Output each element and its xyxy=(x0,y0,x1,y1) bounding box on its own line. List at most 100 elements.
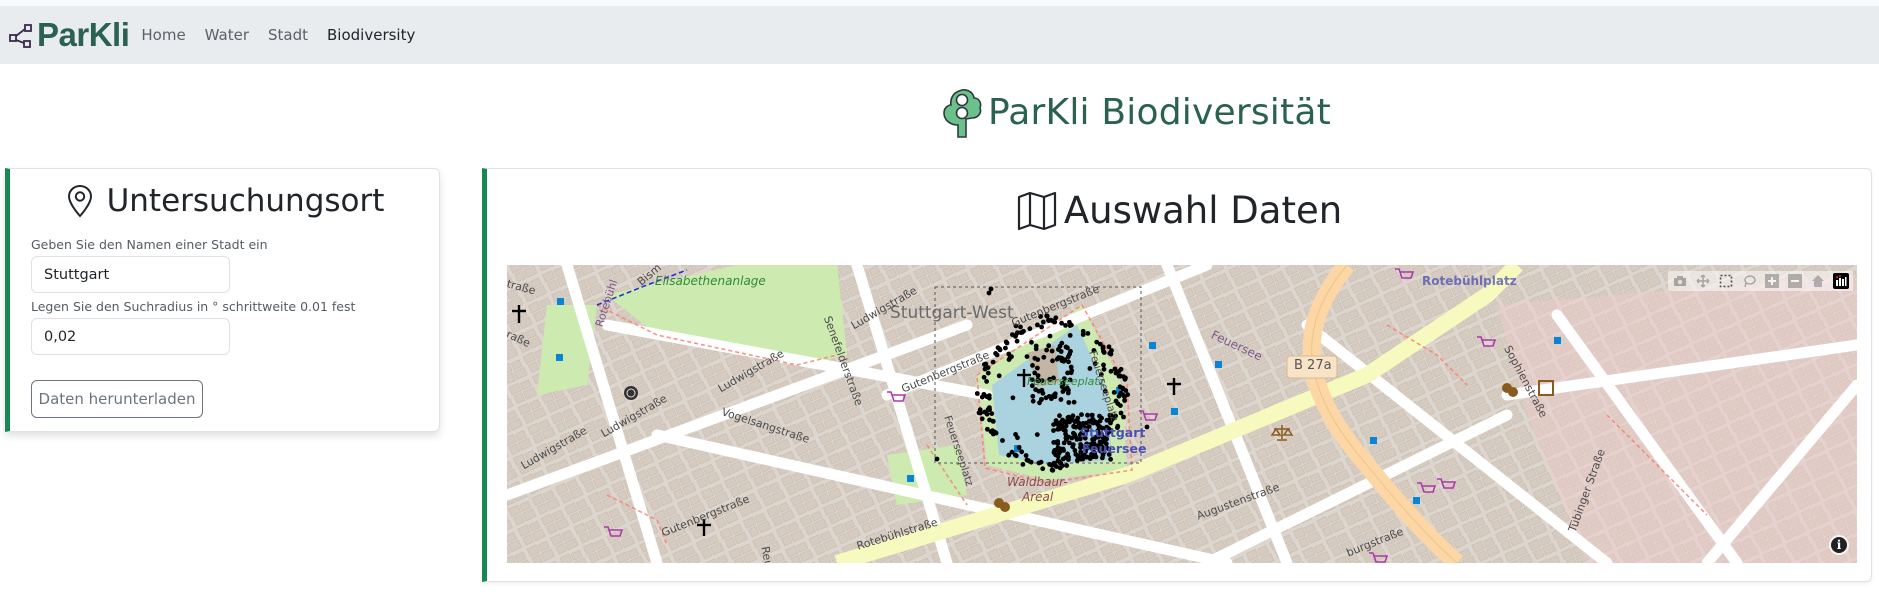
observation-point[interactable] xyxy=(1063,323,1068,328)
observation-point[interactable] xyxy=(1016,445,1022,450)
observation-point[interactable] xyxy=(1018,324,1023,330)
observation-point[interactable] xyxy=(1106,452,1112,457)
observation-point[interactable] xyxy=(1065,354,1071,360)
observation-point[interactable] xyxy=(1053,315,1059,321)
nav-link-biodiversity[interactable]: Biodiversity xyxy=(327,26,415,44)
observation-point[interactable] xyxy=(1046,343,1052,349)
nav-link-stadt[interactable]: Stadt xyxy=(268,26,308,44)
observation-point[interactable] xyxy=(1009,354,1014,360)
plotly-logo-icon[interactable] xyxy=(1833,273,1849,289)
observation-point[interactable] xyxy=(1049,348,1055,354)
observation-point[interactable] xyxy=(1030,363,1035,368)
observation-point[interactable] xyxy=(1044,347,1049,353)
observation-point[interactable] xyxy=(1067,377,1073,383)
observation-point[interactable] xyxy=(1087,366,1093,371)
observation-point[interactable] xyxy=(1066,414,1072,420)
observation-point[interactable] xyxy=(1000,438,1005,443)
observation-point[interactable] xyxy=(1106,446,1112,452)
observation-point[interactable] xyxy=(1051,428,1056,433)
observation-point[interactable] xyxy=(1057,413,1062,419)
observation-point[interactable] xyxy=(1013,333,1019,338)
observation-point[interactable] xyxy=(1075,415,1081,421)
observation-point[interactable] xyxy=(1067,333,1073,338)
observation-point[interactable] xyxy=(1035,322,1040,328)
observation-point[interactable] xyxy=(1118,410,1124,416)
brand-logo[interactable]: ParKli xyxy=(8,6,130,64)
observation-point[interactable] xyxy=(1090,445,1096,450)
observation-point[interactable] xyxy=(1035,365,1040,371)
observation-point[interactable] xyxy=(1024,354,1030,359)
observation-point[interactable] xyxy=(1113,398,1119,404)
observation-point[interactable] xyxy=(1065,451,1070,457)
observation-point[interactable] xyxy=(1068,348,1073,354)
pan-icon[interactable] xyxy=(1695,273,1711,289)
observation-point[interactable] xyxy=(1079,412,1084,417)
observation-point[interactable] xyxy=(1060,389,1066,394)
observation-point[interactable] xyxy=(1032,370,1038,376)
observation-point[interactable] xyxy=(1077,454,1082,460)
observation-point[interactable] xyxy=(1098,372,1104,377)
zoom-in-icon[interactable] xyxy=(1764,273,1780,289)
observation-point[interactable] xyxy=(1040,390,1046,396)
observation-point[interactable] xyxy=(1003,345,1008,351)
observation-point[interactable] xyxy=(1013,323,1019,329)
observation-point[interactable] xyxy=(1039,397,1044,402)
observation-point[interactable] xyxy=(1100,452,1106,458)
observation-point[interactable] xyxy=(1006,452,1012,458)
observation-point[interactable] xyxy=(985,370,991,376)
observation-point[interactable] xyxy=(1060,382,1066,388)
observation-point[interactable] xyxy=(1104,428,1110,434)
observation-point[interactable] xyxy=(993,351,998,356)
observation-point[interactable] xyxy=(1054,464,1059,469)
observation-point[interactable] xyxy=(1064,385,1070,391)
observation-point[interactable] xyxy=(1036,460,1042,466)
observation-point[interactable] xyxy=(1111,390,1117,395)
observation-point[interactable] xyxy=(1044,313,1050,319)
observation-point[interactable] xyxy=(990,419,996,424)
observation-point[interactable] xyxy=(1055,454,1061,459)
observation-point[interactable] xyxy=(1085,412,1090,418)
observation-point[interactable] xyxy=(1109,348,1114,353)
observation-point[interactable] xyxy=(1050,358,1055,364)
map-tiles[interactable] xyxy=(507,265,1857,563)
observation-point[interactable] xyxy=(1078,431,1084,436)
map-plot[interactable]: Stuttgart-West Elisabethenanlage Feuerse… xyxy=(507,265,1857,563)
observation-point[interactable] xyxy=(1120,392,1126,397)
observation-point[interactable] xyxy=(1085,331,1091,336)
observation-point[interactable] xyxy=(984,379,989,384)
observation-point[interactable] xyxy=(1071,424,1077,430)
observation-point[interactable] xyxy=(1047,376,1053,382)
observation-point[interactable] xyxy=(1125,392,1131,398)
observation-point[interactable] xyxy=(1122,376,1128,382)
observation-point[interactable] xyxy=(1115,423,1121,429)
observation-point[interactable] xyxy=(1066,457,1071,462)
observation-point[interactable] xyxy=(1091,417,1096,423)
observation-point[interactable] xyxy=(990,359,996,365)
observation-point[interactable] xyxy=(979,416,985,422)
observation-point[interactable] xyxy=(1082,434,1088,440)
city-input[interactable] xyxy=(31,256,230,293)
observation-point[interactable] xyxy=(1041,354,1047,360)
observation-point[interactable] xyxy=(1101,362,1106,368)
observation-point[interactable] xyxy=(1033,346,1039,352)
observation-point[interactable] xyxy=(977,407,983,413)
observation-point[interactable] xyxy=(1068,370,1074,376)
observation-point[interactable] xyxy=(1019,330,1025,335)
observation-point[interactable] xyxy=(1118,403,1123,408)
observation-point[interactable] xyxy=(1081,444,1087,450)
observation-point[interactable] xyxy=(1088,454,1093,460)
lasso-select-icon[interactable] xyxy=(1741,273,1757,289)
observation-point[interactable] xyxy=(981,374,987,380)
observation-point[interactable] xyxy=(1029,377,1035,383)
radius-input[interactable] xyxy=(31,318,230,355)
observation-point[interactable] xyxy=(1064,419,1070,425)
observation-point[interactable] xyxy=(1144,424,1150,430)
observation-point[interactable] xyxy=(1058,397,1064,402)
observation-point[interactable] xyxy=(1023,453,1029,458)
observation-point[interactable] xyxy=(1063,435,1069,441)
observation-point[interactable] xyxy=(1097,424,1103,429)
observation-point[interactable] xyxy=(1035,378,1041,384)
observation-point[interactable] xyxy=(1104,417,1110,423)
observation-point[interactable] xyxy=(1092,361,1098,366)
observation-point[interactable] xyxy=(1062,376,1067,381)
